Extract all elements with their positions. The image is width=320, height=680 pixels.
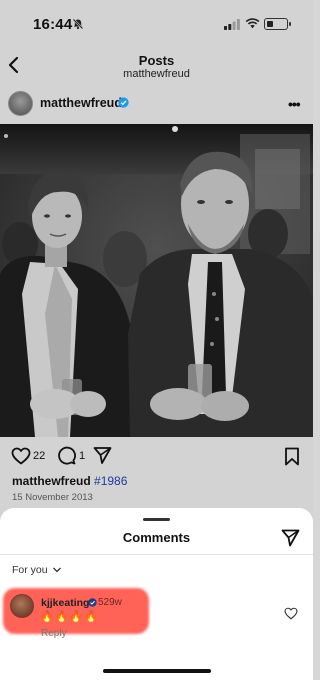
comments-sheet: Comments For you kjjkeating 529w 🔥🔥🔥🔥 Re… [0,508,313,680]
status-bar: 16:44 [0,0,313,46]
post-author-username[interactable]: matthewfreud [40,96,122,110]
caption-hashtag[interactable]: #1986 [94,474,127,488]
post-photo[interactable] [0,124,313,437]
bookmark-icon[interactable] [284,447,300,466]
status-time: 16:44 [33,16,73,33]
comment-count[interactable]: 1 [79,450,85,462]
post-author-avatar[interactable] [8,91,33,116]
verified-badge-icon [118,97,129,108]
post-date: 15 November 2013 [12,492,93,503]
heart-icon[interactable] [11,447,31,465]
home-indicator [103,669,211,673]
commenter-avatar[interactable] [10,594,34,618]
like-count[interactable]: 22 [33,450,45,462]
send-icon[interactable] [281,529,300,547]
sheet-divider [0,554,313,555]
sheet-grab-handle[interactable] [143,518,170,521]
black-and-white-photo [0,124,313,437]
caption-username[interactable]: matthewfreud [12,474,91,488]
wifi-icon [245,18,260,29]
comment-filter-label[interactable]: For you [12,564,48,576]
comment-text: 🔥🔥🔥🔥 [40,611,99,623]
more-options-icon[interactable]: ••• [288,96,301,112]
sheet-title: Comments [122,530,191,545]
comment-icon[interactable] [57,446,76,465]
page-title: Posts [138,53,175,68]
chevron-down-icon[interactable] [52,565,62,575]
page-subtitle: matthewfreud [123,68,190,80]
battery-icon [264,18,291,30]
share-icon[interactable] [93,446,112,465]
muted-bell-icon [72,18,84,30]
verified-badge-icon [88,598,97,607]
commenter-username[interactable]: kjjkeating [41,597,89,609]
comment-time: 529w [98,597,122,608]
signal-icon [224,19,240,30]
reply-button[interactable]: Reply [41,628,67,639]
comment-like-heart-icon[interactable] [284,607,298,620]
post-caption: matthewfreud #1986 [12,474,127,488]
